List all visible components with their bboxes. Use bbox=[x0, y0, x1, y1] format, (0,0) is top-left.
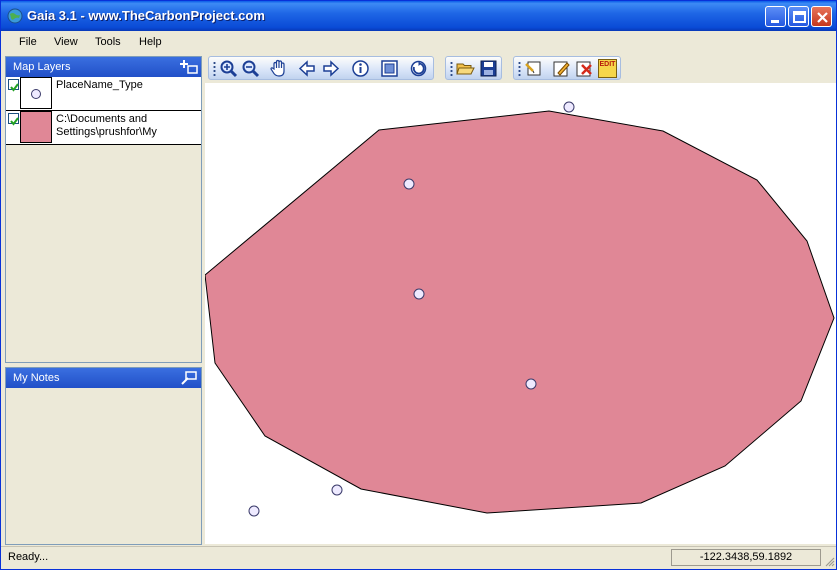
full-extent-icon[interactable] bbox=[380, 59, 399, 78]
new-note-icon[interactable] bbox=[524, 59, 543, 78]
place-point[interactable] bbox=[403, 178, 415, 190]
map-svg[interactable] bbox=[205, 83, 836, 544]
my-notes-panel: My Notes bbox=[5, 367, 202, 545]
point-symbol-icon bbox=[31, 89, 41, 99]
minimize-icon bbox=[771, 20, 779, 23]
open-folder-icon[interactable] bbox=[456, 59, 475, 78]
toolbar-grip[interactable] bbox=[450, 61, 453, 77]
polygon-feature[interactable] bbox=[205, 110, 835, 514]
refresh-icon[interactable] bbox=[409, 59, 428, 78]
add-note-icon[interactable] bbox=[180, 370, 198, 386]
save-disk-icon[interactable] bbox=[479, 59, 498, 78]
place-point[interactable] bbox=[331, 484, 343, 496]
title-bar[interactable]: Gaia 3.1 - www.TheCarbonProject.com bbox=[1, 1, 836, 31]
forward-arrow-icon[interactable] bbox=[321, 59, 340, 78]
navigation-toolbar bbox=[208, 56, 434, 80]
window-title: Gaia 3.1 - www.TheCarbonProject.com bbox=[27, 8, 265, 23]
notes-toolbar: EDIT bbox=[513, 56, 621, 80]
edit-label-text: EDIT bbox=[599, 61, 616, 68]
layer-name: PlaceName_Type bbox=[56, 79, 143, 91]
my-notes-title: My Notes bbox=[13, 372, 60, 384]
status-bar: Ready... -122.3438,59.1892 bbox=[1, 546, 836, 569]
close-icon bbox=[817, 12, 828, 23]
layer-row-placename[interactable]: PlaceName_Type bbox=[6, 77, 201, 111]
map-layers-panel: Map Layers PlaceName_Type C:\Documents a… bbox=[5, 56, 202, 363]
layer-swatch-polygon bbox=[20, 111, 52, 143]
app-window: Gaia 3.1 - www.TheCarbonProject.com File… bbox=[0, 0, 837, 570]
edit-label-icon[interactable]: EDIT bbox=[598, 59, 617, 78]
zoom-in-icon[interactable] bbox=[219, 59, 238, 78]
layer-name: C:\Documents and Settings\prushfor\My bbox=[56, 113, 157, 138]
menu-tools[interactable]: Tools bbox=[95, 36, 121, 48]
info-icon[interactable] bbox=[351, 59, 370, 78]
delete-x-icon[interactable] bbox=[575, 59, 594, 78]
layer-row-polygon[interactable]: C:\Documents and Settings\prushfor\My bbox=[6, 111, 201, 145]
map-layers-title: Map Layers bbox=[13, 61, 71, 73]
layer-swatch-point bbox=[20, 77, 52, 109]
layer-visibility-checkbox[interactable] bbox=[8, 79, 19, 92]
status-text: Ready... bbox=[8, 551, 49, 563]
menu-bar: File View Tools Help bbox=[1, 31, 836, 53]
checkmark-icon bbox=[10, 83, 19, 92]
pan-hand-icon[interactable] bbox=[269, 59, 288, 78]
checkmark-icon bbox=[10, 117, 19, 126]
add-layer-icon[interactable] bbox=[180, 59, 198, 75]
back-arrow-icon[interactable] bbox=[298, 59, 317, 78]
toolbar-grip[interactable] bbox=[213, 61, 216, 77]
edit-pencil-icon[interactable] bbox=[552, 59, 571, 78]
menu-help[interactable]: Help bbox=[139, 36, 162, 48]
file-toolbar bbox=[445, 56, 502, 80]
map-layers-header: Map Layers bbox=[6, 57, 201, 77]
place-point[interactable] bbox=[413, 288, 425, 300]
minimize-button[interactable] bbox=[765, 6, 786, 27]
maximize-button[interactable] bbox=[788, 6, 809, 27]
maximize-icon bbox=[793, 11, 806, 23]
layer-visibility-checkbox[interactable] bbox=[8, 113, 19, 126]
globe-icon bbox=[7, 8, 23, 24]
place-point[interactable] bbox=[563, 101, 575, 113]
map-canvas[interactable] bbox=[205, 83, 836, 544]
resize-grip-icon[interactable] bbox=[823, 555, 835, 567]
my-notes-header: My Notes bbox=[6, 368, 201, 388]
place-point[interactable] bbox=[248, 505, 260, 517]
coordinates-readout: -122.3438,59.1892 bbox=[671, 549, 821, 566]
menu-file[interactable]: File bbox=[19, 36, 37, 48]
menu-view[interactable]: View bbox=[54, 36, 78, 48]
toolbar-grip[interactable] bbox=[518, 61, 521, 77]
zoom-out-icon[interactable] bbox=[241, 59, 260, 78]
place-point[interactable] bbox=[525, 378, 537, 390]
close-button[interactable] bbox=[811, 6, 832, 27]
